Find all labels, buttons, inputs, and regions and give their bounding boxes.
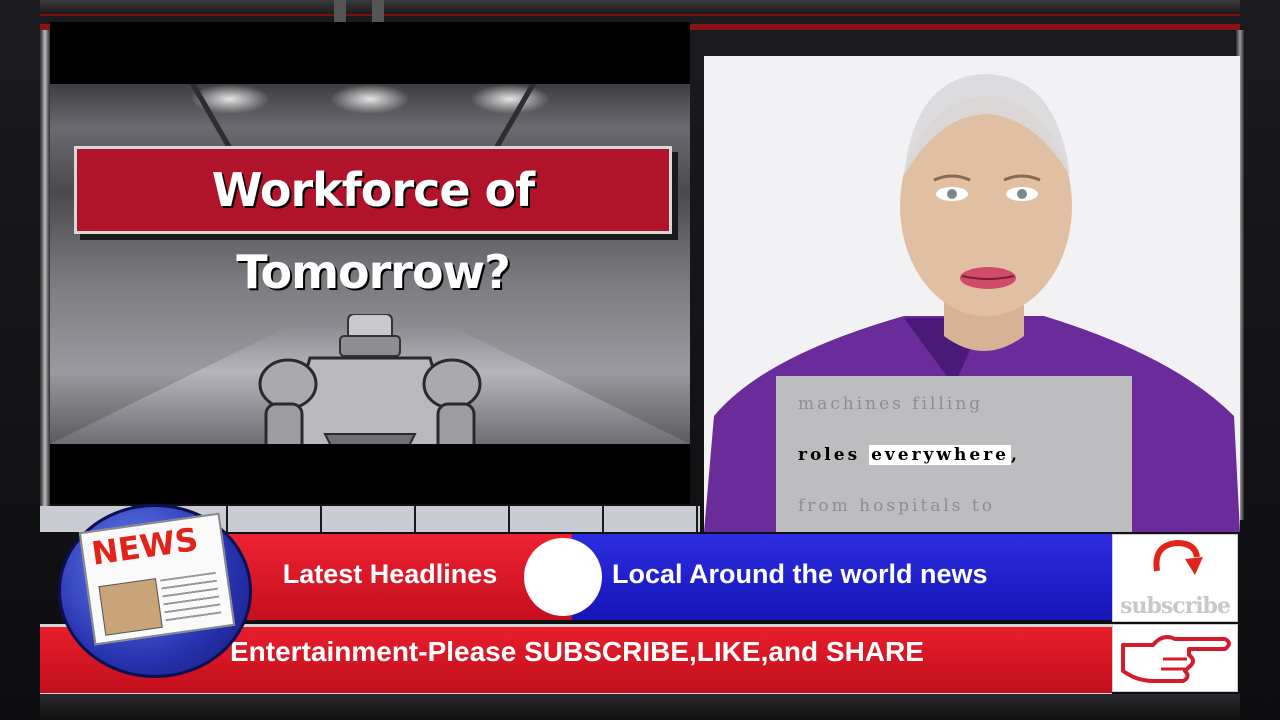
- news-logo: NEWS: [58, 504, 252, 678]
- ticker-divider-shape: [524, 538, 602, 616]
- right-video-panel: machines filling roles everywhere, from …: [704, 56, 1240, 532]
- caption-line-3: from hospitals to: [798, 496, 996, 516]
- ceiling-light: [470, 84, 550, 114]
- bottom-band: [40, 694, 1240, 720]
- robot-illustration: [258, 314, 482, 444]
- ceiling-light: [330, 84, 410, 114]
- caption-line-2: roles everywhere,: [798, 445, 1020, 465]
- caption-box: machines filling roles everywhere, from …: [776, 376, 1132, 532]
- subscribe-label: subscribe: [1120, 593, 1231, 619]
- subscribe-arrow-icon: [1153, 539, 1203, 575]
- caption-line-1: machines filling: [798, 394, 984, 414]
- subscribe-button[interactable]: subscribe: [1112, 534, 1238, 622]
- left-video-panel: Workforce of Tomorrow?: [50, 22, 690, 504]
- caption-word: roles: [798, 445, 870, 465]
- caption-highlight-word: everywhere: [869, 445, 1011, 465]
- ticker-blue-text: Local Around the world news: [612, 559, 988, 589]
- frame-post: [372, 0, 384, 22]
- headline-title: Workforce of Tomorrow?: [211, 163, 535, 299]
- frame-post: [334, 0, 346, 22]
- ticker-blue-box: Local Around the world news: [572, 534, 1112, 620]
- frame-left-edge: [40, 30, 50, 510]
- headlines-box: Latest Headlines: [220, 534, 572, 620]
- newspaper-icon: NEWS: [78, 512, 236, 646]
- latest-headlines-label: Latest Headlines: [282, 559, 498, 589]
- caption-punctuation: ,: [1011, 445, 1020, 465]
- frame-top-bar: [40, 0, 1240, 16]
- headline-banner: Workforce of Tomorrow?: [74, 146, 672, 299]
- anchor-photo: [98, 578, 163, 636]
- pointing-hand-box: [1112, 624, 1238, 692]
- ticker-bottom-text: Entertainment-Please SUBSCRIBE,LIKE,and …: [230, 636, 924, 667]
- pointing-hand-icon: [1121, 635, 1231, 683]
- newspaper-text-lines: [160, 571, 222, 624]
- news-word: NEWS: [89, 520, 201, 573]
